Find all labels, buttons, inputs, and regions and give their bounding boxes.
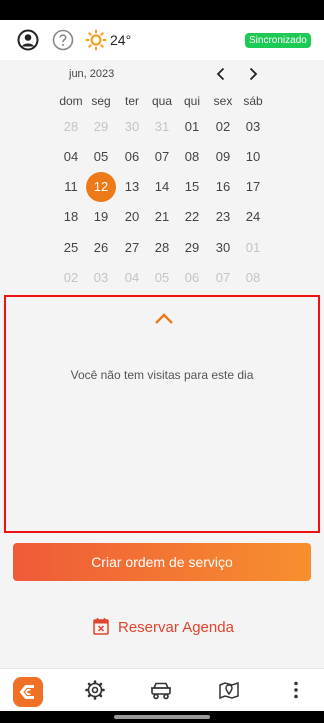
calendar-day[interactable]: 11 <box>56 172 86 202</box>
calendar-day[interactable]: 04 <box>56 142 86 172</box>
bottom-nav <box>0 668 324 711</box>
calendar-day[interactable]: 25 <box>56 233 86 263</box>
calendar-day[interactable]: 09 <box>208 142 238 172</box>
calendar-day[interactable]: 19 <box>86 202 116 232</box>
calendar-day[interactable]: 05 <box>147 263 177 293</box>
calendar-day[interactable]: 26 <box>86 233 116 263</box>
temperature: 24° <box>110 32 132 48</box>
map-pin-icon[interactable] <box>218 679 240 701</box>
calendar-day[interactable]: 08 <box>177 142 207 172</box>
calendar-day[interactable]: 30 <box>117 112 147 142</box>
calendar-day[interactable]: 15 <box>177 172 207 202</box>
calendar-day[interactable]: 29 <box>86 112 116 142</box>
weekday-label: sáb <box>243 94 263 108</box>
calendar-day[interactable]: 01 <box>238 233 268 263</box>
calendar-day[interactable]: 04 <box>117 263 147 293</box>
help-icon[interactable] <box>52 29 74 51</box>
calendar-day[interactable]: 28 <box>56 112 86 142</box>
home-indicator-bar <box>0 711 324 723</box>
calendar-day[interactable]: 05 <box>86 142 116 172</box>
calendar-day[interactable]: 06 <box>117 142 147 172</box>
weekday-label: qua <box>151 94 173 108</box>
calendar: jun, 2023 dom seg ter qua qui sex sáb 28… <box>0 60 324 296</box>
calendar-day[interactable]: 31 <box>147 112 177 142</box>
sync-status-badge: Sincronizado <box>245 33 311 48</box>
calendar-day[interactable]: 02 <box>208 112 238 142</box>
calendar-day[interactable]: 10 <box>238 142 268 172</box>
calendar-day[interactable]: 21 <box>147 202 177 232</box>
chevron-up-icon[interactable] <box>154 312 174 326</box>
weekday-label: sex <box>213 94 233 108</box>
top-bar: 24° Sincronizado <box>0 20 324 60</box>
calendar-day[interactable]: 29 <box>177 233 207 263</box>
weekday-label: seg <box>91 94 111 108</box>
weekday-label: qui <box>183 94 200 108</box>
calendar-day[interactable]: 14 <box>147 172 177 202</box>
app-logo-icon[interactable] <box>13 677 43 707</box>
calendar-day[interactable]: 07 <box>147 142 177 172</box>
chevron-right-icon[interactable] <box>245 66 261 82</box>
vehicle-icon[interactable] <box>150 679 172 701</box>
calendar-day[interactable]: 08 <box>238 263 268 293</box>
calendar-day[interactable]: 03 <box>238 112 268 142</box>
calendar-day[interactable]: 16 <box>208 172 238 202</box>
calendar-x-icon <box>93 618 109 635</box>
calendar-day[interactable]: 02 <box>56 263 86 293</box>
calendar-day[interactable]: 13 <box>117 172 147 202</box>
weekday-label: dom <box>59 94 83 108</box>
user-circle-icon[interactable] <box>17 29 39 51</box>
calendar-month-label: jun, 2023 <box>69 68 115 80</box>
calendar-day[interactable]: 22 <box>177 202 207 232</box>
calendar-day[interactable]: 17 <box>238 172 268 202</box>
status-bar <box>0 0 324 20</box>
calendar-day[interactable]: 20 <box>117 202 147 232</box>
calendar-day[interactable]: 24 <box>238 202 268 232</box>
calendar-day[interactable]: 03 <box>86 263 116 293</box>
home-indicator[interactable] <box>114 715 210 719</box>
logo-mark-icon <box>19 685 34 699</box>
calendar-day[interactable]: 07 <box>208 263 238 293</box>
calendar-day[interactable]: 28 <box>147 233 177 263</box>
settings-icon[interactable] <box>84 679 106 701</box>
chevron-left-icon[interactable] <box>213 66 229 82</box>
calendar-day[interactable]: 30 <box>208 233 238 263</box>
calendar-day-selected[interactable]: 12 <box>86 172 116 202</box>
calendar-day[interactable]: 06 <box>177 263 207 293</box>
visits-panel: Você não tem visitas para este dia <box>4 295 320 533</box>
calendar-day[interactable]: 01 <box>177 112 207 142</box>
calendar-day[interactable]: 27 <box>117 233 147 263</box>
create-service-order-button[interactable]: Criar ordem de serviço <box>13 543 311 581</box>
more-vertical-icon[interactable] <box>285 679 307 701</box>
sun-icon <box>85 29 107 51</box>
reserve-agenda-label: Reservar Agenda <box>118 619 234 636</box>
calendar-day[interactable]: 23 <box>208 202 238 232</box>
empty-visits-message: Você não tem visitas para este dia <box>70 368 254 382</box>
weekday-label: ter <box>124 94 139 108</box>
calendar-day[interactable]: 18 <box>56 202 86 232</box>
